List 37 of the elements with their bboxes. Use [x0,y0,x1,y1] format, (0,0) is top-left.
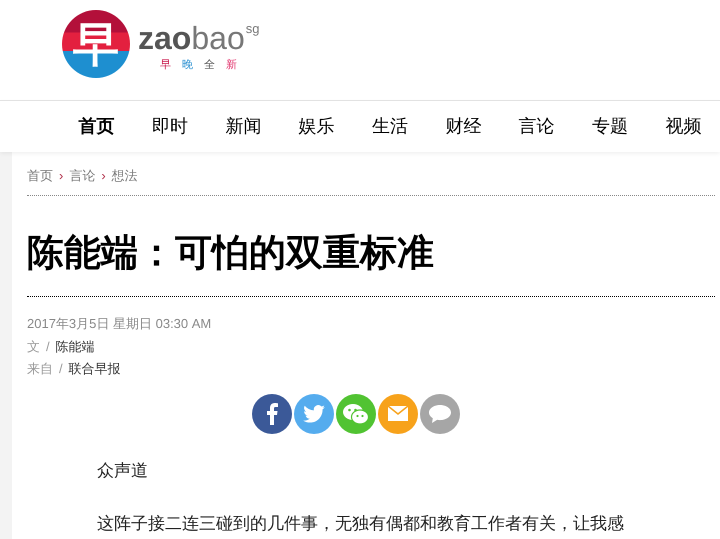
breadcrumb-separator: › [101,166,106,185]
comment-share-button[interactable] [420,394,460,434]
nav-tab[interactable]: 视频 [646,113,720,140]
envelope-icon [388,406,408,421]
meta-value: 联合早报 [68,360,121,378]
article-paragraph: 众声道 [97,460,149,482]
nav-tab[interactable]: 即时 [133,113,207,140]
article-date: 2017年3月5日 星期日 03:30 AM [27,315,212,333]
nav-tab[interactable]: 言论 [500,113,574,140]
nav-tab[interactable]: 专题 [573,113,647,140]
breadcrumb-link[interactable]: 想法 [112,166,138,186]
tagline-character: 晚 [182,60,193,71]
tagline-character: 早 [160,60,171,71]
breadcrumb-link[interactable]: 首页 [27,166,53,186]
tagline-character: 全 [204,60,215,71]
nav-tab[interactable]: 生活 [353,113,427,140]
email-share-button[interactable] [378,394,418,434]
facebook-icon [266,402,278,424]
meta-value: 陈能端 [56,338,95,356]
meta-separator: / [45,338,51,356]
meta-label: 文 [27,338,40,356]
bird-icon [303,404,325,422]
nav-tab[interactable]: 娱乐 [280,113,354,140]
speech-bubble-icon [429,404,451,422]
nav-tab[interactable]: 财经 [426,113,500,140]
chat-bubbles-icon [343,402,369,424]
breadcrumb-link[interactable]: 言论 [69,166,96,186]
breadcrumb-separator: › [59,166,64,185]
nav-tab[interactable]: 首页 [60,113,134,140]
nav-tab[interactable]: 新闻 [206,113,280,140]
article-title: 陈能端：可怕的双重标准 [27,196,715,297]
facebook-share-button[interactable] [252,394,292,434]
meta-label: 来自 [27,360,53,378]
article-paragraph: 这阵子接二连三碰到的几件事，无独有偶都和教育工作者有关，让我感 [97,513,625,535]
tagline-character: 新 [226,60,237,71]
wechat-share-button[interactable] [336,394,376,434]
meta-separator: / [58,360,64,378]
